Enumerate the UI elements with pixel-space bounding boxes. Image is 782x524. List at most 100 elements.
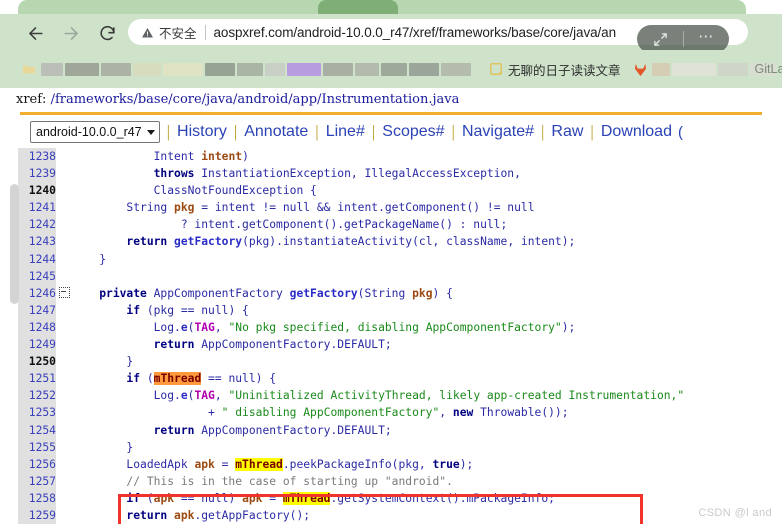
code-token: Log.: [72, 320, 181, 334]
bookmark-item[interactable]: 无聊的日子读读文章: [489, 60, 621, 79]
nav-link-scopes[interactable]: Scopes#: [382, 123, 444, 141]
code-line: 1244 }: [0, 251, 684, 268]
highlighted-symbol: mThread: [282, 491, 331, 505]
code-line: 1252 Log.e(TAG, "Uninitialized ActivityT…: [0, 387, 684, 404]
code-line-content: throws InstantiationException, IllegalAc…: [72, 165, 684, 182]
line-number[interactable]: 1240: [0, 182, 56, 199]
line-number[interactable]: 1241: [0, 199, 56, 216]
line-number[interactable]: 1239: [0, 165, 56, 182]
line-number[interactable]: 1253: [0, 404, 56, 421]
nav-link-navigate[interactable]: Navigate#: [462, 123, 534, 141]
code-token: == null) {: [201, 372, 277, 386]
line-number[interactable]: 1248: [0, 319, 56, 336]
back-arrow-icon[interactable]: [22, 20, 48, 46]
code-line-content: }: [72, 439, 684, 456]
code-line-content: return apk.getAppFactory();: [72, 507, 684, 524]
fold-toggle-icon[interactable]: [56, 285, 72, 302]
code-token: "No pkg specified, disabling AppComponen…: [228, 320, 562, 334]
code-token: +: [72, 406, 222, 420]
code-token: pkg: [174, 201, 195, 215]
code-line: 1239 throws InstantiationException, Ille…: [0, 165, 684, 182]
nav-link-raw[interactable]: Raw: [551, 123, 583, 141]
expand-icon[interactable]: [637, 25, 683, 53]
fold-spacer: [56, 182, 72, 199]
code-token: .peekPackageInfo(pkg,: [282, 457, 433, 471]
line-number[interactable]: 1257: [0, 473, 56, 490]
bookmark-item[interactable]: GitLab: [633, 62, 782, 77]
nav-link-annotate[interactable]: Annotate: [244, 123, 308, 141]
code-line-content: Log.e(TAG, "Uninitialized ActivityThread…: [72, 387, 685, 404]
forward-arrow-icon[interactable]: [58, 20, 84, 46]
note-icon: [489, 62, 503, 76]
nav-divider: |: [166, 122, 171, 141]
security-indicator[interactable]: 不安全: [128, 23, 197, 42]
code-line: 1251 if (mThread == null) {: [0, 370, 684, 387]
nav-link-line-numbers[interactable]: Line#: [326, 123, 365, 141]
fold-spacer: [56, 439, 72, 456]
code-token: apk: [194, 457, 215, 471]
fold-spacer: [56, 233, 72, 250]
code-line: 1256 LoadedApk apk = mThread.peekPackage…: [0, 456, 684, 473]
xref-path[interactable]: /frameworks/base/core/java/android/app/I…: [51, 92, 460, 107]
line-number[interactable]: 1247: [0, 302, 56, 319]
code-line-content: // This is in the case of starting up "a…: [72, 473, 684, 490]
line-number[interactable]: 1259: [0, 507, 56, 524]
line-number[interactable]: 1256: [0, 456, 56, 473]
code-token: apk: [242, 491, 263, 505]
tab-strip: [0, 0, 782, 14]
code-token: }: [72, 252, 107, 266]
code-token: getFactory: [289, 286, 358, 300]
code-line-content: }: [72, 251, 684, 268]
line-number[interactable]: 1249: [0, 336, 56, 353]
code-line: 1253 + " disabling AppComponentFactory",…: [0, 404, 684, 421]
line-number[interactable]: 1255: [0, 439, 56, 456]
line-number[interactable]: 1251: [0, 370, 56, 387]
bookmark-label: GitLab: [754, 62, 782, 76]
line-number[interactable]: 1243: [0, 233, 56, 250]
code-token: ,: [214, 320, 229, 334]
nav-divider: |: [233, 122, 238, 141]
code-viewer[interactable]: 1238 Intent intent) 1239 throws Instantia…: [0, 148, 782, 524]
bookmark-folder-icon: [22, 62, 36, 76]
fold-spacer: [56, 216, 72, 233]
reload-icon[interactable]: [94, 20, 120, 46]
code-token: AppComponentFactory: [146, 286, 290, 300]
code-token: == null): [174, 491, 243, 505]
fold-spacer: [56, 302, 72, 319]
code-line: 1246 private AppComponentFactory getFact…: [0, 285, 684, 302]
bookmark-item[interactable]: [22, 62, 471, 76]
code-token: =: [262, 491, 283, 505]
tab-strip-band[interactable]: [18, 0, 746, 14]
line-number[interactable]: 1252: [0, 387, 56, 404]
code-token: }: [72, 440, 134, 454]
code-token: );: [459, 457, 474, 471]
line-number[interactable]: 1245: [0, 268, 56, 285]
code-token: = intent != null && intent.getComponent(…: [194, 201, 535, 215]
code-line: 1247 if (pkg == null) {: [0, 302, 684, 319]
code-token: apk: [174, 508, 195, 522]
code-token: if: [126, 491, 141, 505]
line-number[interactable]: 1250: [0, 353, 56, 370]
code-token: String: [72, 201, 175, 215]
line-number[interactable]: 1238: [0, 148, 56, 165]
line-number[interactable]: 1246: [0, 285, 56, 302]
nav-link-history[interactable]: History: [177, 123, 227, 141]
redacted-label: [41, 62, 471, 76]
code-token: if: [126, 303, 141, 317]
code-line-content: ? intent.getComponent().getPackageName()…: [72, 216, 684, 233]
line-number[interactable]: 1254: [0, 422, 56, 439]
line-number[interactable]: 1258: [0, 490, 56, 507]
bookmark-label: 无聊的日子读读文章: [508, 63, 621, 78]
nav-link-download[interactable]: Download: [601, 123, 672, 141]
line-number[interactable]: 1242: [0, 216, 56, 233]
line-number[interactable]: 1244: [0, 251, 56, 268]
version-select[interactable]: android-10.0.0_r47: [30, 121, 160, 143]
fold-spacer: [56, 319, 72, 336]
security-label: 不安全: [159, 26, 197, 41]
code-token: Throwable());: [473, 406, 569, 420]
code-line-content: [72, 268, 684, 285]
code-token: =: [214, 457, 236, 471]
